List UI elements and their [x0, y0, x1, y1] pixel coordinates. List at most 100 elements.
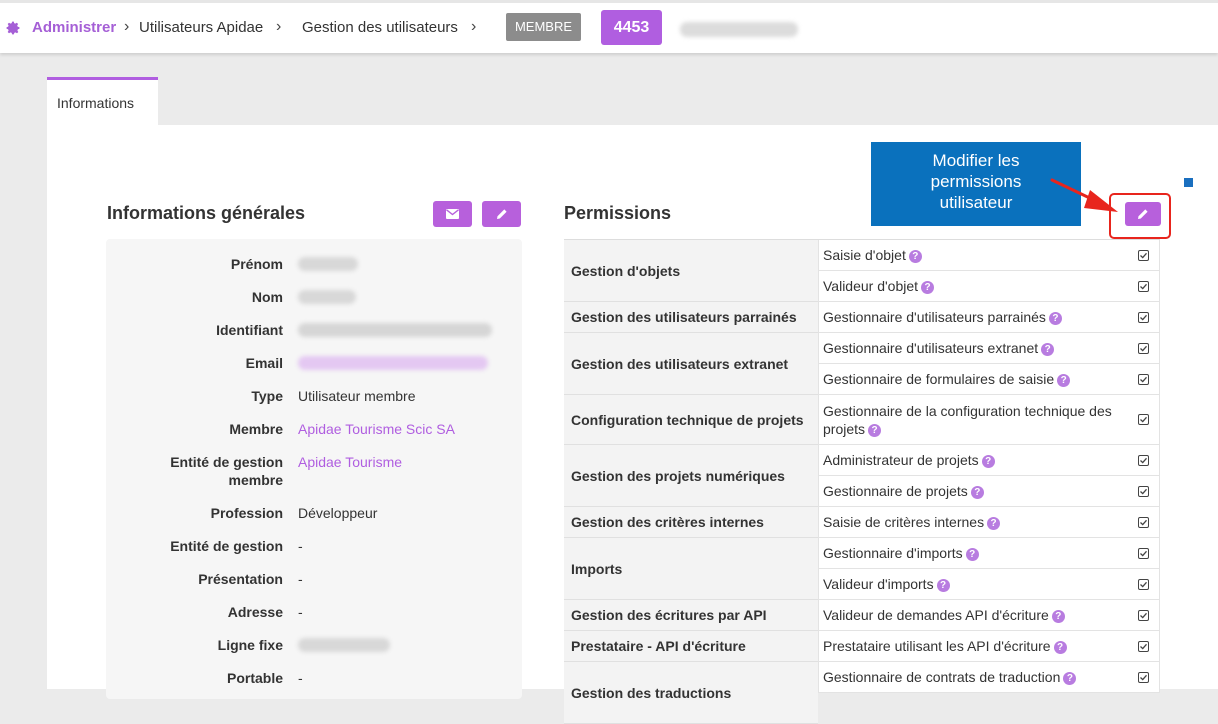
help-icon[interactable]: ? [1063, 672, 1077, 685]
help-icon[interactable]: ? [981, 455, 995, 468]
field-label-portable: Portable [226, 670, 283, 686]
help-icon[interactable]: ? [1048, 312, 1062, 325]
perm-group: Gestion des utilisateurs parrainés [564, 302, 818, 333]
help-icon[interactable]: ? [908, 250, 922, 263]
help-icon[interactable]: ? [1051, 610, 1065, 623]
role-badge: MEMBRE [506, 13, 581, 41]
help-icon[interactable]: ? [1041, 343, 1055, 356]
permissions-table: Gestion d'objets Gestion des utilisateur… [564, 239, 1160, 724]
field-label-profession: Profession [210, 505, 283, 521]
general-info-title: Informations générales [107, 203, 306, 223]
checkbox-checked-icon [1138, 373, 1149, 385]
edit-permissions-button[interactable] [1125, 202, 1161, 226]
checkbox-checked-icon [1138, 640, 1149, 652]
chevron-right-icon: › [471, 18, 477, 35]
field-label-nom: Nom [251, 289, 283, 305]
checkbox-checked-icon [1138, 671, 1149, 683]
perm-row: Prestataire utilisant les API d'écriture… [818, 631, 1160, 662]
tab-informations[interactable]: Informations [47, 77, 158, 126]
field-label-identifiant: Identifiant [216, 322, 283, 338]
perm-row: Gestionnaire de formulaires de saisie? [818, 364, 1160, 395]
perm-label: Valideur de demandes API d'écriture [823, 607, 1049, 623]
field-value-portable: - [298, 670, 303, 686]
top-bar: Administrer › Utilisateurs Apidae › Gest… [0, 0, 1218, 53]
checkbox-checked-icon [1138, 454, 1149, 466]
perm-label: Gestionnaire d'utilisateurs parrainés [823, 309, 1046, 325]
field-label-entite-gestion: Entité de gestion [170, 538, 283, 554]
field-label-ligne-fixe: Ligne fixe [217, 637, 283, 653]
checkbox-checked-icon [1138, 485, 1149, 497]
checkbox-checked-icon [1138, 414, 1149, 425]
help-icon[interactable]: ? [965, 548, 979, 561]
entity-link[interactable]: Apidae Tourisme [298, 453, 402, 471]
chevron-right-icon: › [276, 18, 282, 35]
checkbox-checked-icon [1138, 311, 1149, 323]
perm-label: Gestionnaire de contrats de traduction [823, 669, 1061, 685]
perm-label: Valideur d'imports [823, 576, 934, 592]
perm-row: Administrateur de projets? [818, 445, 1160, 476]
help-icon[interactable]: ? [868, 423, 882, 437]
field-label-membre: Membre [229, 421, 283, 437]
help-icon[interactable]: ? [1057, 374, 1071, 387]
pencil-icon [496, 209, 507, 219]
perm-label: Gestionnaire d'utilisateurs extranet [823, 340, 1039, 356]
checkbox-checked-icon [1138, 578, 1149, 590]
field-value-type: Utilisateur membre [298, 388, 416, 404]
perm-label: Administrateur de projets [823, 452, 979, 468]
permissions-title: Permissions [564, 203, 672, 223]
perm-label: Gestionnaire d'imports [823, 545, 963, 561]
perm-row: Valideur de demandes API d'écriture? [818, 600, 1160, 631]
user-id-badge: 4453 [601, 10, 662, 45]
perm-label: Gestionnaire de projets [823, 483, 968, 499]
help-icon[interactable]: ? [970, 486, 984, 499]
perm-row: Valideur d'imports? [818, 569, 1160, 600]
chevron-right-icon: › [124, 18, 130, 35]
perm-group: Configuration technique de projets [564, 395, 818, 445]
callout-line: Modifier les [932, 151, 1020, 170]
field-label-entite-membre: Entité de gestion membre [170, 454, 283, 488]
perm-group: Imports [564, 538, 818, 600]
help-icon[interactable]: ? [921, 281, 935, 294]
breadcrumb-gestion[interactable]: Gestion des utilisateurs [302, 19, 458, 36]
envelope-icon [446, 209, 459, 219]
field-label-type: Type [251, 388, 283, 404]
perm-label: Gestionnaire de formulaires de saisie [823, 371, 1055, 387]
perm-row: Saisie d'objet? [818, 240, 1160, 271]
perm-label: Saisie de critères internes [823, 514, 985, 530]
help-icon[interactable]: ? [936, 579, 950, 592]
edit-general-button[interactable] [482, 201, 521, 227]
checkbox-checked-icon [1138, 609, 1149, 621]
checkbox-checked-icon [1138, 516, 1149, 528]
perm-group: Gestion d'objets [564, 240, 818, 302]
perm-group: Gestion des utilisateurs extranet [564, 333, 818, 395]
pencil-icon [1138, 209, 1148, 219]
field-label-presentation: Présentation [198, 571, 283, 587]
perm-row: Gestionnaire d'imports? [818, 538, 1160, 569]
redacted-email-link[interactable] [298, 356, 488, 370]
perm-label: Gestionnaire de la configuration techniq… [823, 402, 1112, 437]
field-value-adresse: - [298, 604, 303, 620]
redacted-value [298, 638, 390, 652]
field-value-presentation: - [298, 571, 303, 587]
help-icon[interactable]: ? [1053, 641, 1067, 654]
perm-row: Saisie de critères internes? [818, 507, 1160, 538]
field-value-profession: Développeur [298, 505, 378, 521]
redacted-username [680, 22, 798, 37]
checkbox-checked-icon [1138, 547, 1149, 559]
member-link[interactable]: Apidae Tourisme Scic SA [298, 420, 455, 438]
gear-icon [6, 21, 20, 35]
redacted-value [298, 257, 358, 271]
checkbox-checked-icon [1138, 280, 1149, 292]
perm-row: Valideur d'objet? [818, 271, 1160, 302]
breadcrumb-administrer[interactable]: Administrer [32, 19, 116, 36]
perm-row: Gestionnaire de la configuration techniq… [818, 395, 1160, 445]
perm-row: Gestionnaire d'utilisateurs parrainés? [818, 302, 1160, 333]
perm-group: Prestataire - API d'écriture [564, 631, 818, 662]
field-label-email: Email [245, 355, 283, 371]
redacted-value [298, 290, 356, 304]
annotation-handle[interactable] [1184, 178, 1193, 187]
breadcrumb-utilisateurs[interactable]: Utilisateurs Apidae [139, 19, 263, 36]
send-email-button[interactable] [433, 201, 472, 227]
help-icon[interactable]: ? [987, 517, 1001, 530]
perm-group: Gestion des traductions [564, 662, 818, 724]
